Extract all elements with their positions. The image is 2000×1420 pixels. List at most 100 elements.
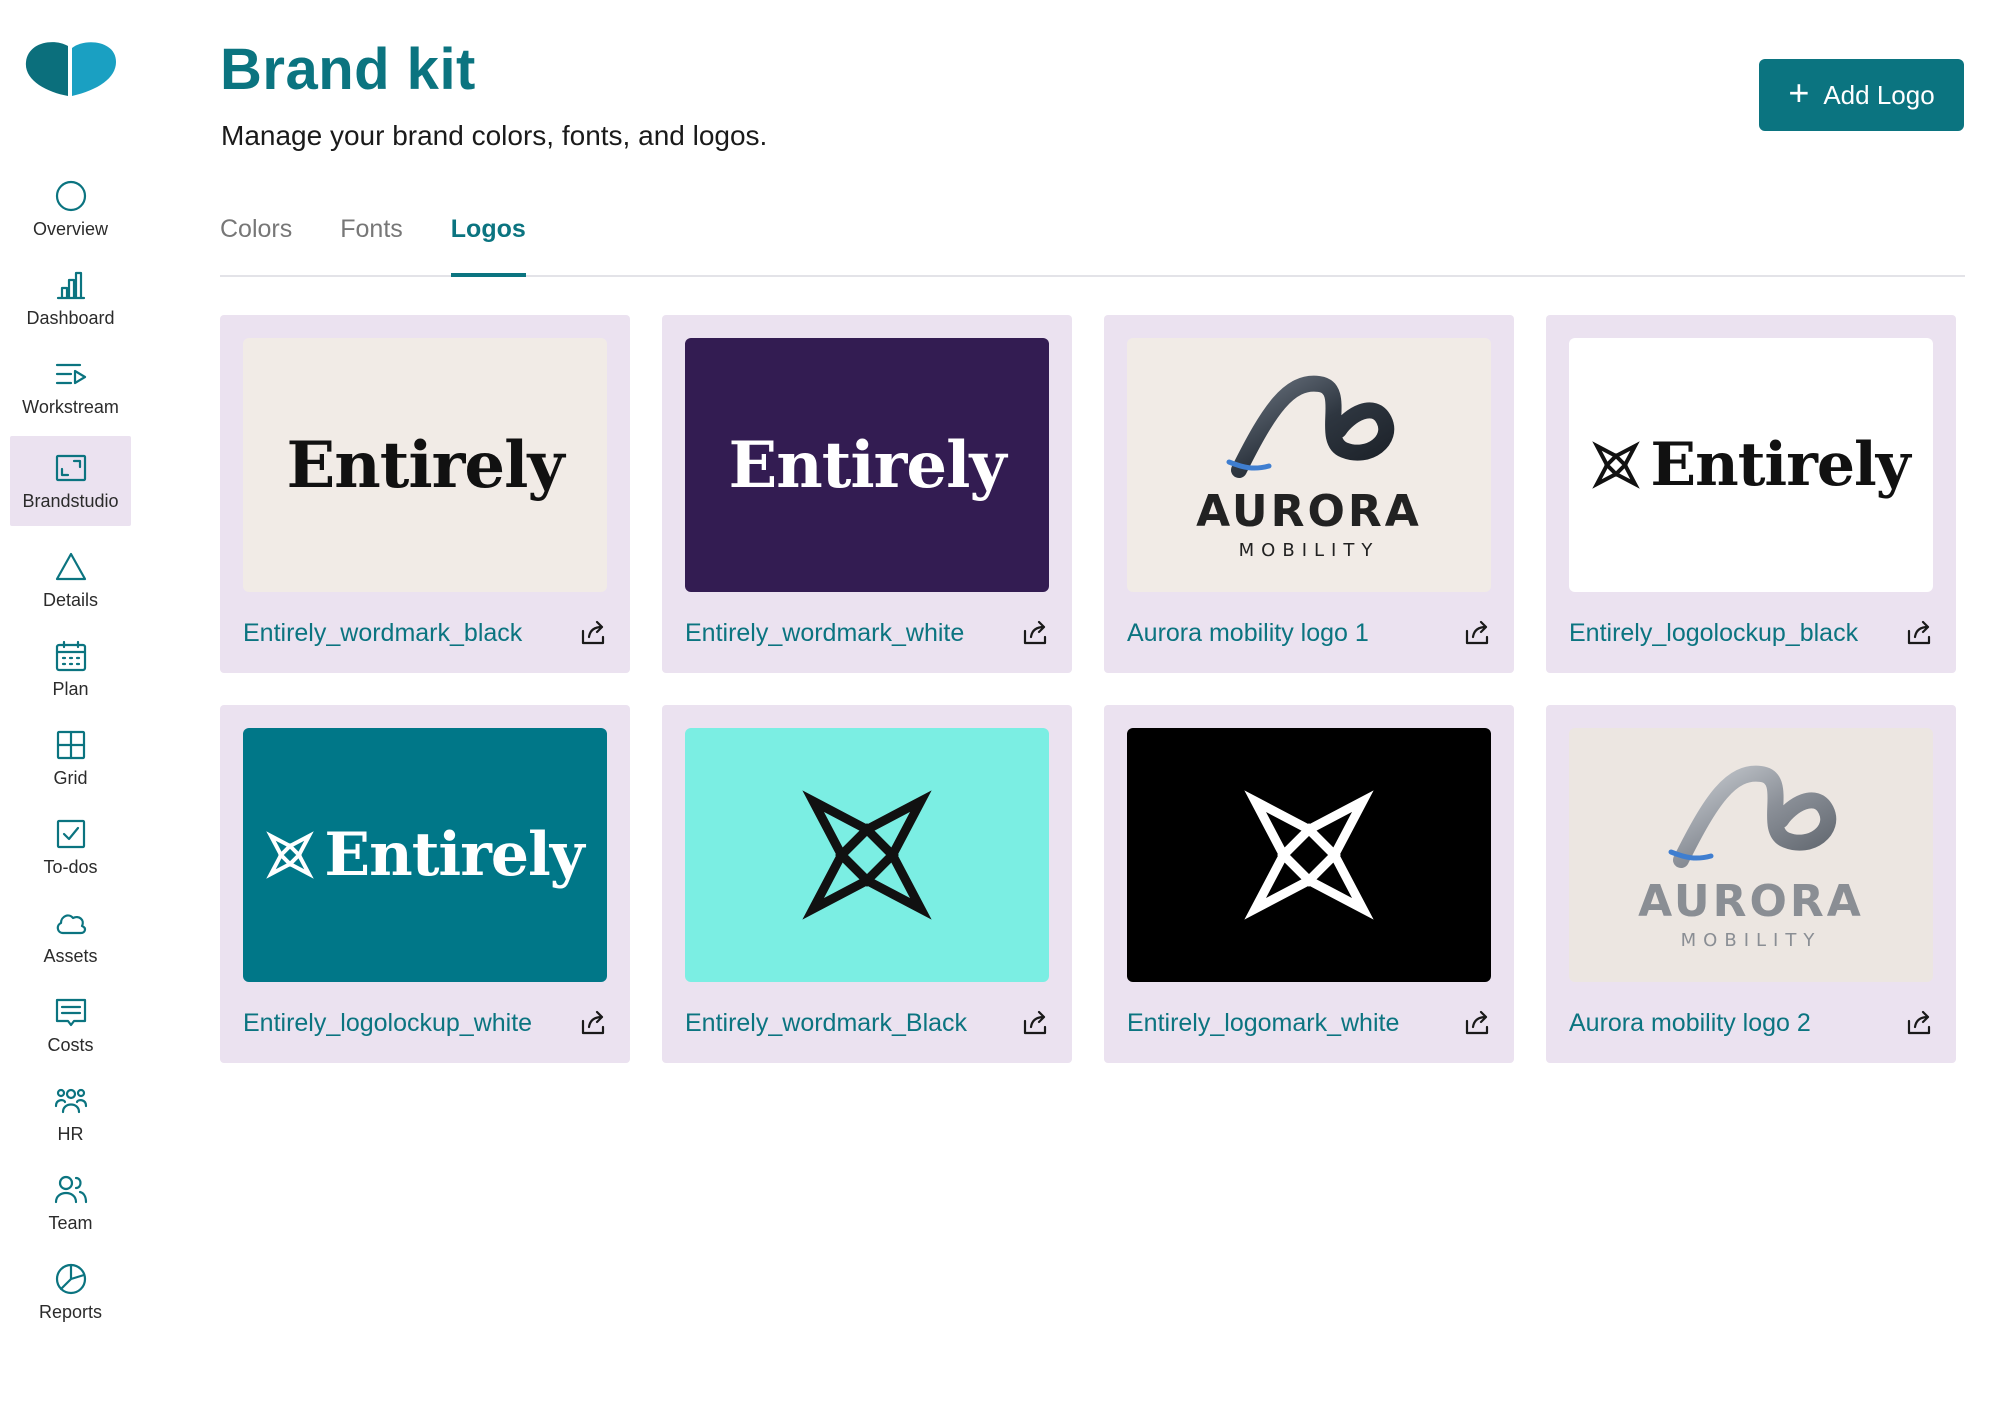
sidebar-item-assets[interactable]: Assets — [10, 892, 131, 981]
triangle-icon — [55, 552, 86, 581]
star-mark-icon — [266, 831, 315, 879]
tab-bar: Colors Fonts Logos — [220, 215, 1965, 277]
share-icon[interactable] — [1905, 619, 1933, 647]
sidebar-item-overview[interactable]: Overview — [10, 165, 131, 254]
share-icon[interactable] — [1021, 619, 1049, 647]
logo-thumbnail[interactable] — [685, 728, 1049, 982]
logo-thumbnail[interactable]: Entirely — [243, 728, 607, 982]
logo-card[interactable]: Entirely_wordmark_Black — [662, 705, 1072, 1063]
logo-card[interactable]: Entirely Entirely_wordmark_black — [220, 315, 630, 673]
circle-icon — [55, 180, 86, 212]
sidebar-item-plan[interactable]: Plan — [10, 625, 131, 714]
sidebar-item-label: Overview — [32, 219, 108, 239]
sidebar-item-hr[interactable]: HR — [10, 1070, 131, 1159]
sidebar-item-workstream[interactable]: Workstream — [10, 343, 131, 432]
logo-name[interactable]: Aurora mobility logo 1 — [1127, 619, 1369, 648]
logo-thumbnail[interactable]: AURORA MOBILITY — [1569, 728, 1933, 982]
logo-name[interactable]: Entirely_logolockup_black — [1569, 619, 1858, 648]
logo-thumbnail[interactable]: Entirely — [1569, 338, 1933, 592]
logo-card[interactable]: AURORA MOBILITY Aurora mobility logo 2 — [1546, 705, 1956, 1063]
sidebar-item-to-dos[interactable]: To-dos — [10, 803, 131, 892]
logo-thumbnail[interactable]: Entirely — [243, 338, 607, 592]
logo-name[interactable]: Entirely_logomark_white — [1127, 1009, 1399, 1038]
sidebar-nav: Overview Dashboard Workstream Brandstudi… — [10, 165, 131, 1337]
sidebar-item-grid[interactable]: Grid — [10, 714, 131, 803]
sidebar-item-label: Team — [48, 1213, 93, 1233]
sidebar-item-label: Details — [42, 590, 99, 610]
aurora-logo: AURORA MOBILITY — [1196, 370, 1422, 561]
logo-preview-text: AURORA — [1638, 875, 1864, 927]
frame-icon — [55, 454, 86, 481]
logo-preview-text: Entirely — [1650, 430, 1910, 500]
sidebar-item-label: To-dos — [43, 857, 98, 877]
sidebar-item-details[interactable]: Details — [10, 536, 131, 625]
team-icon — [54, 1175, 87, 1204]
share-icon[interactable] — [1021, 1009, 1049, 1037]
logo-name[interactable]: Entirely_wordmark_black — [243, 619, 522, 648]
share-icon[interactable] — [1463, 1009, 1491, 1037]
logo-lockup: Entirely — [266, 820, 585, 890]
tab-fonts[interactable]: Fonts — [340, 215, 403, 275]
share-icon[interactable] — [1463, 619, 1491, 647]
sidebar: Overview Dashboard Workstream Brandstudi… — [0, 0, 140, 1420]
logo-thumbnail[interactable]: Entirely — [685, 338, 1049, 592]
card-footer: Aurora mobility logo 2 — [1569, 982, 1933, 1064]
infinity-ribbon-icon — [1668, 765, 1837, 868]
logo-preview-subtext: MOBILITY — [1238, 539, 1380, 561]
add-logo-button[interactable]: + Add Logo — [1759, 59, 1964, 131]
sidebar-item-team[interactable]: Team — [10, 1159, 131, 1248]
logo-thumbnail[interactable] — [1127, 728, 1491, 982]
sidebar-item-costs[interactable]: Costs — [10, 981, 131, 1070]
logo-thumbnail[interactable]: AURORA MOBILITY — [1127, 338, 1491, 592]
logo-name[interactable]: Entirely_wordmark_Black — [685, 1009, 967, 1038]
tab-logos[interactable]: Logos — [450, 215, 526, 277]
sidebar-item-label: Grid — [53, 768, 88, 788]
logo-card[interactable]: Entirely Entirely_logolockup_white — [220, 705, 630, 1063]
card-footer: Aurora mobility logo 1 — [1127, 592, 1491, 674]
sidebar-item-brandstudio[interactable]: Brandstudio — [10, 436, 131, 526]
sidebar-item-label: Assets — [43, 946, 98, 966]
logo-card[interactable]: AURORA MOBILITY Aurora mobility logo 1 — [1104, 315, 1514, 673]
aurora-logo: AURORA MOBILITY — [1638, 760, 1864, 951]
card-footer: Entirely_logomark_white — [1127, 982, 1491, 1064]
card-footer: Entirely_logolockup_black — [1569, 592, 1933, 674]
logo-preview-text: Entirely — [286, 427, 564, 503]
logo-name[interactable]: Entirely_wordmark_white — [685, 619, 964, 648]
bar-chart-icon — [56, 271, 85, 300]
receipt-icon — [55, 998, 86, 1027]
group-icon — [54, 1088, 87, 1114]
star-mark-icon — [1244, 790, 1374, 920]
share-icon[interactable] — [579, 1009, 607, 1037]
logo-card[interactable]: Entirely_logomark_white — [1104, 705, 1514, 1063]
share-icon[interactable] — [579, 619, 607, 647]
app-logo-icon[interactable] — [24, 40, 118, 98]
card-footer: Entirely_wordmark_Black — [685, 982, 1049, 1064]
cloud-icon — [56, 914, 86, 935]
logo-name[interactable]: Entirely_logolockup_white — [243, 1009, 532, 1038]
grid-icon — [56, 730, 85, 760]
logo-preview-text: AURORA — [1196, 485, 1422, 537]
sidebar-item-reports[interactable]: Reports — [10, 1248, 131, 1337]
logo-preview-subtext: MOBILITY — [1680, 929, 1822, 951]
logo-grid: Entirely Entirely_wordmark_black Entirel… — [220, 315, 1960, 1063]
logo-preview-text: Entirely — [728, 427, 1006, 503]
card-footer: Entirely_wordmark_white — [685, 592, 1049, 674]
sidebar-item-label: Costs — [47, 1035, 94, 1055]
checkbox-icon — [56, 819, 85, 849]
infinity-ribbon-icon — [1226, 375, 1395, 478]
page-title: Brand kit — [220, 37, 476, 102]
sidebar-item-label: Reports — [38, 1302, 103, 1322]
logo-card[interactable]: Entirely Entirely_wordmark_white — [662, 315, 1072, 673]
logo-preview-text: Entirely — [324, 820, 584, 890]
sidebar-item-label: Workstream — [22, 397, 119, 417]
share-icon[interactable] — [1905, 1009, 1933, 1037]
logo-card[interactable]: Entirely Entirely_logolockup_black — [1546, 315, 1956, 673]
star-mark-icon — [1592, 441, 1641, 489]
logo-lockup: Entirely — [1592, 430, 1911, 500]
logo-name[interactable]: Aurora mobility logo 2 — [1569, 1009, 1811, 1038]
sidebar-item-label: Plan — [52, 679, 89, 699]
sidebar-item-label: Brandstudio — [22, 490, 119, 511]
sidebar-item-dashboard[interactable]: Dashboard — [10, 254, 131, 343]
plus-icon: + — [1788, 72, 1810, 113]
tab-colors[interactable]: Colors — [220, 215, 292, 275]
